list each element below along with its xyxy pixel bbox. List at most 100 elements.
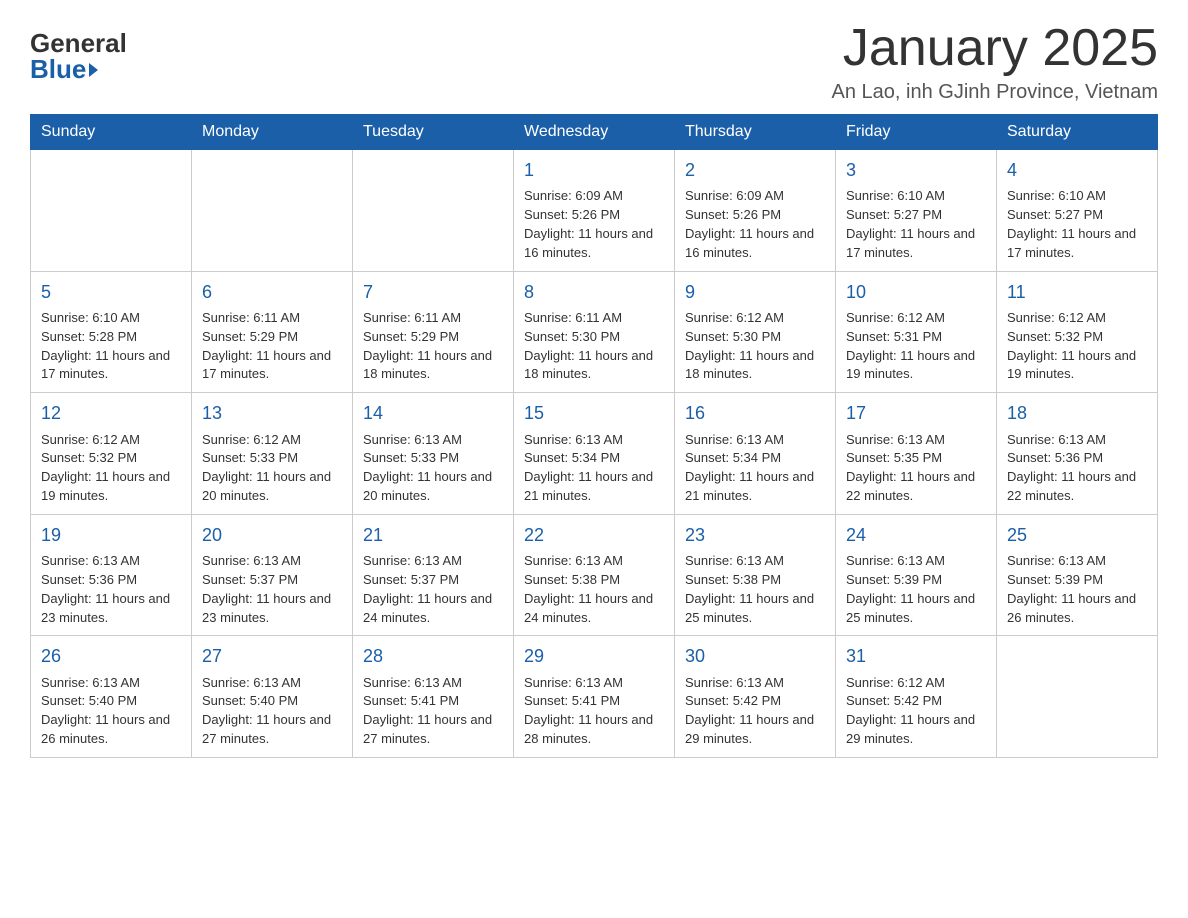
day-number: 4 (1007, 158, 1147, 183)
day-info: Sunrise: 6:12 AM Sunset: 5:32 PM Dayligh… (1007, 309, 1147, 384)
day-number: 28 (363, 644, 503, 669)
day-info: Sunrise: 6:13 AM Sunset: 5:38 PM Dayligh… (685, 552, 825, 627)
day-number: 16 (685, 401, 825, 426)
day-info: Sunrise: 6:09 AM Sunset: 5:26 PM Dayligh… (685, 187, 825, 262)
day-number: 9 (685, 280, 825, 305)
location-subtitle: An Lao, inh GJinh Province, Vietnam (832, 81, 1158, 104)
calendar-cell: 20 Sunrise: 6:13 AM Sunset: 5:37 PM Dayli… (192, 514, 353, 636)
calendar-cell: 3 Sunrise: 6:10 AM Sunset: 5:27 PM Daylig… (836, 150, 997, 272)
header-day-saturday: Saturday (997, 115, 1158, 150)
calendar-cell (192, 150, 353, 272)
day-info: Sunrise: 6:13 AM Sunset: 5:33 PM Dayligh… (363, 431, 503, 506)
day-number: 5 (41, 280, 181, 305)
calendar-cell: 12 Sunrise: 6:12 AM Sunset: 5:32 PM Dayli… (31, 393, 192, 515)
day-number: 2 (685, 158, 825, 183)
week-row-1: 1 Sunrise: 6:09 AM Sunset: 5:26 PM Daylig… (31, 150, 1158, 272)
logo-general-text: General (30, 30, 127, 56)
logo-arrow-icon (89, 63, 98, 77)
day-number: 26 (41, 644, 181, 669)
day-number: 23 (685, 523, 825, 548)
day-info: Sunrise: 6:10 AM Sunset: 5:27 PM Dayligh… (1007, 187, 1147, 262)
day-info: Sunrise: 6:10 AM Sunset: 5:27 PM Dayligh… (846, 187, 986, 262)
calendar-cell: 21 Sunrise: 6:13 AM Sunset: 5:37 PM Dayli… (353, 514, 514, 636)
day-number: 13 (202, 401, 342, 426)
day-info: Sunrise: 6:13 AM Sunset: 5:34 PM Dayligh… (524, 431, 664, 506)
header-day-tuesday: Tuesday (353, 115, 514, 150)
calendar-table: SundayMondayTuesdayWednesdayThursdayFrid… (30, 114, 1158, 758)
calendar-cell: 29Sunrise: 6:13 AM Sunset: 5:41 PM Dayli… (514, 636, 675, 758)
calendar-cell: 8 Sunrise: 6:11 AM Sunset: 5:30 PM Daylig… (514, 271, 675, 393)
day-info: Sunrise: 6:13 AM Sunset: 5:37 PM Dayligh… (363, 552, 503, 627)
day-info: Sunrise: 6:13 AM Sunset: 5:40 PM Dayligh… (41, 674, 181, 749)
day-number: 7 (363, 280, 503, 305)
header-day-monday: Monday (192, 115, 353, 150)
day-number: 14 (363, 401, 503, 426)
calendar-cell: 16 Sunrise: 6:13 AM Sunset: 5:34 PM Dayli… (675, 393, 836, 515)
day-number: 25 (1007, 523, 1147, 548)
week-row-2: 5 Sunrise: 6:10 AM Sunset: 5:28 PM Daylig… (31, 271, 1158, 393)
calendar-cell: 23 Sunrise: 6:13 AM Sunset: 5:38 PM Dayli… (675, 514, 836, 636)
calendar-cell: 25 Sunrise: 6:13 AM Sunset: 5:39 PM Dayli… (997, 514, 1158, 636)
calendar-cell: 1 Sunrise: 6:09 AM Sunset: 5:26 PM Daylig… (514, 150, 675, 272)
day-number: 11 (1007, 280, 1147, 305)
calendar-cell: 15 Sunrise: 6:13 AM Sunset: 5:34 PM Dayli… (514, 393, 675, 515)
day-info: Sunrise: 6:12 AM Sunset: 5:32 PM Dayligh… (41, 431, 181, 506)
day-info: Sunrise: 6:13 AM Sunset: 5:42 PM Dayligh… (685, 674, 825, 749)
day-number: 27 (202, 644, 342, 669)
week-row-3: 12 Sunrise: 6:12 AM Sunset: 5:32 PM Dayli… (31, 393, 1158, 515)
day-number: 22 (524, 523, 664, 548)
logo-blue-text: Blue (30, 56, 127, 82)
day-number: 24 (846, 523, 986, 548)
calendar-cell (353, 150, 514, 272)
calendar-cell: 17Sunrise: 6:13 AM Sunset: 5:35 PM Dayli… (836, 393, 997, 515)
day-info: Sunrise: 6:13 AM Sunset: 5:41 PM Dayligh… (524, 674, 664, 749)
calendar-cell: 19 Sunrise: 6:13 AM Sunset: 5:36 PM Dayli… (31, 514, 192, 636)
day-number: 17 (846, 401, 986, 426)
day-number: 6 (202, 280, 342, 305)
day-info: Sunrise: 6:12 AM Sunset: 5:33 PM Dayligh… (202, 431, 342, 506)
calendar-cell: 5 Sunrise: 6:10 AM Sunset: 5:28 PM Daylig… (31, 271, 192, 393)
day-number: 8 (524, 280, 664, 305)
calendar-cell: 9Sunrise: 6:12 AM Sunset: 5:30 PM Daylig… (675, 271, 836, 393)
calendar-cell: 26 Sunrise: 6:13 AM Sunset: 5:40 PM Dayli… (31, 636, 192, 758)
calendar-cell: 13 Sunrise: 6:12 AM Sunset: 5:33 PM Dayli… (192, 393, 353, 515)
day-info: Sunrise: 6:13 AM Sunset: 5:36 PM Dayligh… (41, 552, 181, 627)
day-number: 31 (846, 644, 986, 669)
day-info: Sunrise: 6:13 AM Sunset: 5:39 PM Dayligh… (846, 552, 986, 627)
calendar-cell: 2 Sunrise: 6:09 AM Sunset: 5:26 PM Daylig… (675, 150, 836, 272)
calendar-cell: 30 Sunrise: 6:13 AM Sunset: 5:42 PM Dayli… (675, 636, 836, 758)
calendar-cell: 24 Sunrise: 6:13 AM Sunset: 5:39 PM Dayli… (836, 514, 997, 636)
title-block: January 2025 An Lao, inh GJinh Province,… (832, 20, 1158, 104)
day-number: 12 (41, 401, 181, 426)
calendar-cell: 7Sunrise: 6:11 AM Sunset: 5:29 PM Daylig… (353, 271, 514, 393)
day-number: 30 (685, 644, 825, 669)
day-info: Sunrise: 6:13 AM Sunset: 5:37 PM Dayligh… (202, 552, 342, 627)
calendar-cell: 14 Sunrise: 6:13 AM Sunset: 5:33 PM Dayli… (353, 393, 514, 515)
day-number: 3 (846, 158, 986, 183)
day-info: Sunrise: 6:13 AM Sunset: 5:38 PM Dayligh… (524, 552, 664, 627)
day-info: Sunrise: 6:09 AM Sunset: 5:26 PM Dayligh… (524, 187, 664, 262)
day-number: 18 (1007, 401, 1147, 426)
month-title: January 2025 (832, 20, 1158, 77)
day-number: 20 (202, 523, 342, 548)
day-info: Sunrise: 6:12 AM Sunset: 5:42 PM Dayligh… (846, 674, 986, 749)
day-number: 15 (524, 401, 664, 426)
day-number: 10 (846, 280, 986, 305)
calendar-cell: 22 Sunrise: 6:13 AM Sunset: 5:38 PM Dayli… (514, 514, 675, 636)
day-info: Sunrise: 6:11 AM Sunset: 5:29 PM Dayligh… (202, 309, 342, 384)
day-info: Sunrise: 6:13 AM Sunset: 5:34 PM Dayligh… (685, 431, 825, 506)
day-number: 21 (363, 523, 503, 548)
calendar-cell: 10 Sunrise: 6:12 AM Sunset: 5:31 PM Dayli… (836, 271, 997, 393)
day-info: Sunrise: 6:10 AM Sunset: 5:28 PM Dayligh… (41, 309, 181, 384)
day-number: 1 (524, 158, 664, 183)
day-info: Sunrise: 6:13 AM Sunset: 5:39 PM Dayligh… (1007, 552, 1147, 627)
page-header: General Blue January 2025 An Lao, inh GJ… (30, 20, 1158, 104)
day-info: Sunrise: 6:13 AM Sunset: 5:41 PM Dayligh… (363, 674, 503, 749)
header-day-wednesday: Wednesday (514, 115, 675, 150)
day-number: 19 (41, 523, 181, 548)
calendar-cell: 31 Sunrise: 6:12 AM Sunset: 5:42 PM Dayli… (836, 636, 997, 758)
week-row-5: 26 Sunrise: 6:13 AM Sunset: 5:40 PM Dayli… (31, 636, 1158, 758)
calendar-body: 1 Sunrise: 6:09 AM Sunset: 5:26 PM Daylig… (31, 150, 1158, 758)
day-info: Sunrise: 6:12 AM Sunset: 5:31 PM Dayligh… (846, 309, 986, 384)
day-info: Sunrise: 6:11 AM Sunset: 5:30 PM Dayligh… (524, 309, 664, 384)
